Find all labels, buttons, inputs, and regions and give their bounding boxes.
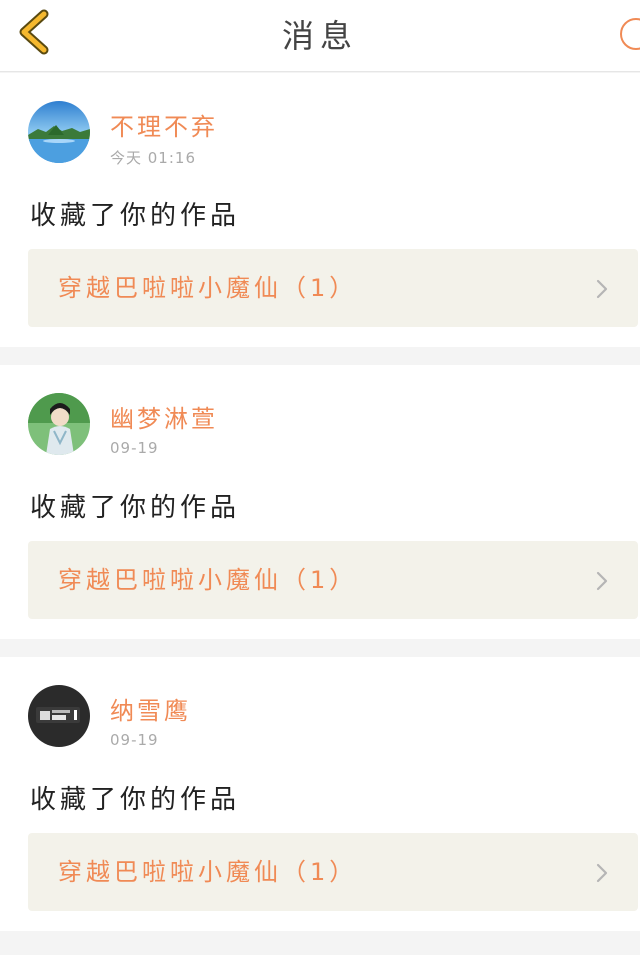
work-title: 穿越巴啦啦小魔仙（1） (58, 566, 358, 594)
username[interactable]: 幽梦淋萱 (110, 399, 218, 434)
username[interactable]: 不理不弃 (110, 107, 218, 142)
work-title: 穿越巴啦啦小魔仙（1） (58, 858, 358, 886)
timestamp: 09-19 (110, 731, 159, 749)
message-card: 幽梦淋萱 09-19 收藏了你的作品 穿越巴啦啦小魔仙（1） (0, 365, 640, 639)
message-card: 纳雪鹰 09-19 收藏了你的作品 穿越巴啦啦小魔仙（1） (0, 657, 640, 931)
message-card: 不理不弃 今天 01:16 收藏了你的作品 穿越巴啦啦小魔仙（1） (0, 73, 640, 347)
avatar[interactable] (28, 101, 90, 163)
timestamp: 09-19 (110, 439, 159, 457)
action-text: 收藏了你的作品 (30, 493, 241, 523)
top-bar: 消息 (0, 0, 640, 72)
dark-text-avatar (28, 685, 90, 747)
work-link[interactable]: 穿越巴啦啦小魔仙（1） (28, 249, 638, 327)
action-text: 收藏了你的作品 (30, 201, 241, 231)
timestamp: 今天 01:16 (110, 149, 196, 167)
work-link[interactable]: 穿越巴啦啦小魔仙（1） (28, 541, 638, 619)
page-title: 消息 (281, 17, 358, 55)
username[interactable]: 纳雪鹰 (110, 691, 191, 726)
landscape-avatar (28, 101, 90, 163)
illustration-avatar (28, 393, 90, 455)
chevron-right-icon (596, 863, 608, 883)
avatar[interactable] (28, 685, 90, 747)
avatar[interactable] (28, 393, 90, 455)
work-title: 穿越巴啦啦小魔仙（1） (58, 274, 358, 302)
action-text: 收藏了你的作品 (30, 785, 241, 815)
chevron-right-icon (596, 571, 608, 591)
work-link[interactable]: 穿越巴啦啦小魔仙（1） (28, 833, 638, 911)
chevron-right-icon (596, 279, 608, 299)
